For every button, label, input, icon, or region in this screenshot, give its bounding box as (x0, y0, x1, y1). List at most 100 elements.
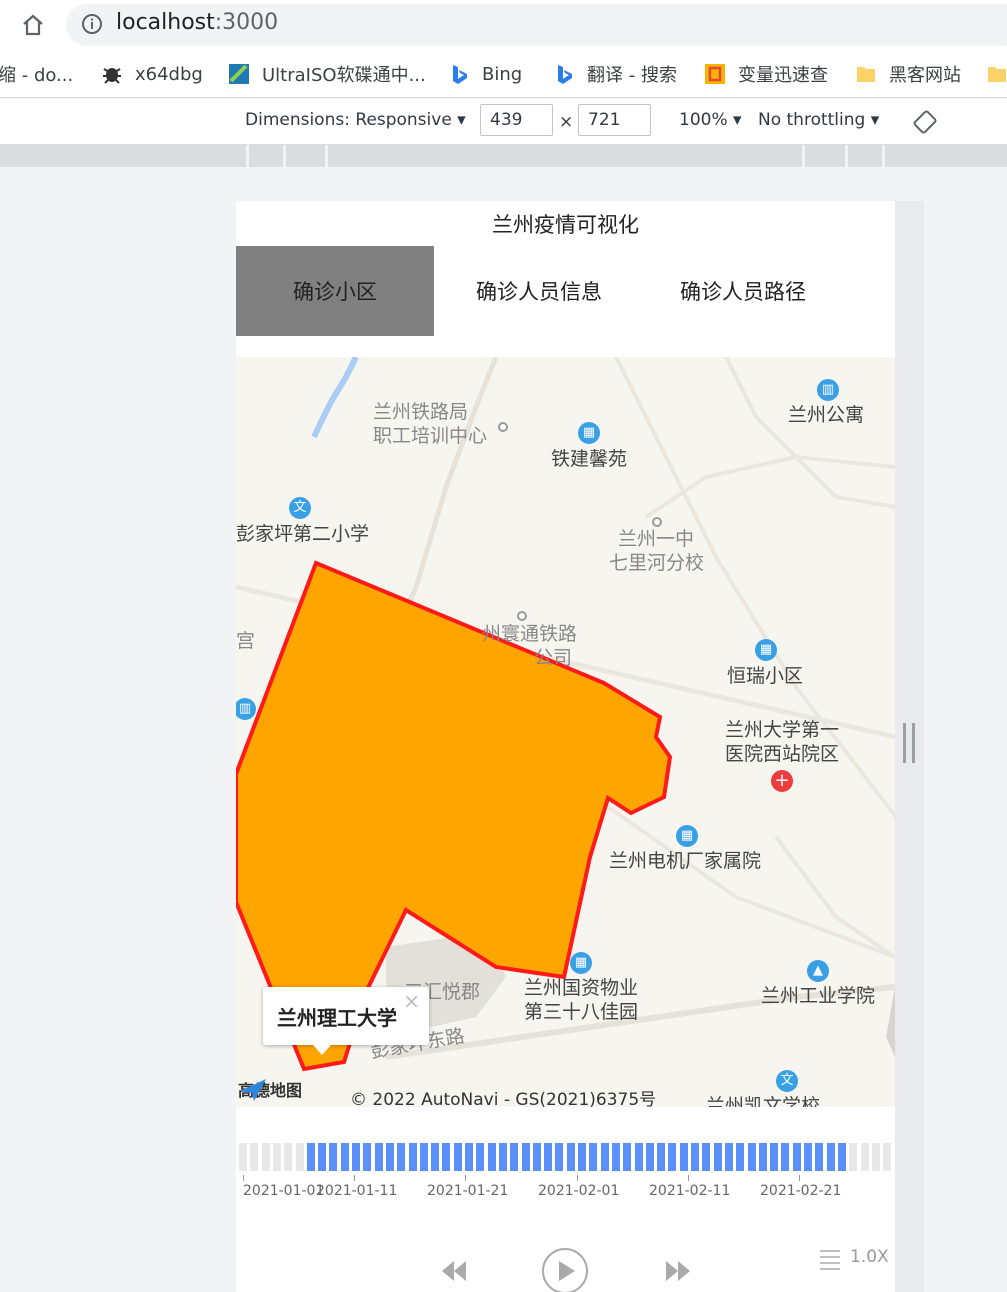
timeline-segment[interactable] (261, 1143, 270, 1171)
resize-handle[interactable] (903, 723, 915, 763)
timeline-segment[interactable] (374, 1143, 383, 1171)
timeline-segment[interactable] (623, 1143, 632, 1171)
rotate-icon[interactable] (912, 109, 938, 135)
home-icon[interactable] (20, 12, 46, 38)
timeline-segment[interactable] (758, 1143, 767, 1171)
map-label: 兰州国资物业 (524, 977, 639, 999)
tab-confirmed-communities[interactable]: 确诊小区 (236, 246, 434, 336)
timeline-segment[interactable] (860, 1143, 869, 1171)
timeline-slider[interactable]: 2021-01-01 2021-01-11 2021-01-21 2021-02… (236, 1107, 895, 1292)
speed-label[interactable]: 1.0X (850, 1247, 889, 1267)
timeline-segment[interactable] (679, 1143, 688, 1171)
timeline-segment[interactable] (611, 1143, 620, 1171)
timeline-segment[interactable] (645, 1143, 654, 1171)
timeline-segment[interactable] (691, 1143, 699, 1171)
building-icon: ▥ (817, 379, 839, 401)
timeline-segment[interactable] (340, 1143, 349, 1171)
poi-dot-icon (498, 422, 508, 432)
timeline-segment[interactable] (250, 1143, 259, 1171)
timeline-segment[interactable] (239, 1143, 247, 1171)
timeline-segment[interactable] (498, 1143, 507, 1171)
media-query-ruler[interactable] (0, 145, 1007, 167)
timeline-segment[interactable] (431, 1143, 440, 1171)
timeline-segment[interactable] (657, 1143, 666, 1171)
device-height-input[interactable]: 721 (578, 104, 651, 136)
timeline-segment[interactable] (600, 1143, 609, 1171)
tab-confirmed-person-route[interactable]: 确诊人员路径 (644, 246, 842, 336)
timeline-segment[interactable] (476, 1143, 485, 1171)
timeline-segment[interactable] (555, 1143, 564, 1171)
timeline-segment[interactable] (724, 1143, 733, 1171)
timeline-segment[interactable] (713, 1143, 722, 1171)
timeline-segment[interactable] (521, 1143, 530, 1171)
timeline-segment[interactable] (747, 1143, 756, 1171)
timeline-segment[interactable] (397, 1143, 406, 1171)
timeline-track[interactable] (239, 1143, 893, 1171)
timeline-segment[interactable] (487, 1143, 496, 1171)
bookmark-item[interactable]: 变量迅速查 (704, 62, 828, 86)
timeline-segment[interactable] (770, 1143, 779, 1171)
timeline-segment[interactable] (668, 1143, 677, 1171)
map-label: 医院西站院区 (725, 743, 840, 765)
throttling-dropdown[interactable]: No throttling ▾ (758, 110, 879, 130)
map-label: 兰州铁路局 (373, 401, 469, 423)
axis-tick (465, 1175, 466, 1181)
map-label: 宫 (236, 630, 256, 652)
timeline-segment[interactable] (465, 1143, 473, 1171)
bookmark-item[interactable]: 缩 - do... (0, 62, 73, 86)
timeline-segment[interactable] (318, 1143, 327, 1171)
timeline-segment[interactable] (826, 1143, 835, 1171)
timeline-segment[interactable] (419, 1143, 428, 1171)
timeline-segment[interactable] (295, 1143, 304, 1171)
url-text[interactable]: localhost:3000 (116, 10, 278, 35)
timeline-segment[interactable] (544, 1143, 553, 1171)
bookmark-item[interactable]: x64dbg (101, 62, 203, 86)
timeline-segment[interactable] (385, 1143, 394, 1171)
zoom-dropdown[interactable]: 100% ▾ (679, 110, 742, 130)
play-icon[interactable] (541, 1247, 589, 1292)
bookmark-item[interactable] (986, 62, 1007, 86)
timeline-segment[interactable] (352, 1143, 360, 1171)
tab-confirmed-person-info[interactable]: 确诊人员信息 (434, 246, 644, 336)
timeline-date-label: 2021-01-01 (243, 1183, 325, 1199)
timeline-segment[interactable] (804, 1143, 812, 1171)
map-view[interactable]: 兰州铁路局 职工培训中心 ▦ 铁建馨苑 ▥ 兰州公寓 文 彭家坪第二小学 兰州一… (236, 357, 895, 1107)
next-icon[interactable] (664, 1257, 692, 1285)
timeline-segment[interactable] (589, 1143, 598, 1171)
ultraiso-icon (229, 64, 249, 84)
timeline-segment[interactable] (442, 1143, 451, 1171)
timeline-segment[interactable] (634, 1143, 643, 1171)
timeline-segment[interactable] (306, 1143, 315, 1171)
timeline-segment[interactable] (272, 1143, 281, 1171)
info-icon[interactable] (81, 13, 103, 35)
timeline-segment[interactable] (849, 1143, 858, 1171)
timeline-segment[interactable] (408, 1143, 417, 1171)
device-width-input[interactable]: 439 (480, 104, 553, 136)
timeline-segment[interactable] (566, 1143, 575, 1171)
popup-title: 兰州理工大学 (277, 1006, 397, 1030)
timeline-segment[interactable] (363, 1143, 372, 1171)
timeline-segment[interactable] (532, 1143, 541, 1171)
bookmark-item[interactable]: 黑客网站 (855, 62, 961, 86)
bookmark-item[interactable]: UltraISO软碟通中... (228, 62, 426, 86)
timeline-segment[interactable] (871, 1143, 880, 1171)
map-label: 兰州大学第一 (725, 719, 840, 741)
timeline-segment[interactable] (781, 1143, 790, 1171)
timeline-segment[interactable] (284, 1143, 293, 1171)
timeline-segment[interactable] (883, 1143, 892, 1171)
timeline-segment[interactable] (815, 1143, 824, 1171)
timeline-segment[interactable] (453, 1143, 462, 1171)
timeline-segment[interactable] (329, 1143, 338, 1171)
list-icon[interactable] (818, 1247, 842, 1271)
timeline-segment[interactable] (792, 1143, 801, 1171)
dimensions-dropdown[interactable]: Dimensions: Responsive ▾ (245, 110, 466, 130)
timeline-segment[interactable] (510, 1143, 519, 1171)
prev-icon[interactable] (440, 1257, 468, 1285)
bookmark-item[interactable]: Bing (448, 62, 522, 86)
timeline-segment[interactable] (578, 1143, 586, 1171)
timeline-segment[interactable] (702, 1143, 711, 1171)
timeline-segment[interactable] (736, 1143, 745, 1171)
popup-close-button[interactable]: × (403, 989, 420, 1013)
timeline-segment[interactable] (837, 1143, 846, 1171)
bookmark-item[interactable]: 翻译 - 搜索 (553, 62, 677, 86)
